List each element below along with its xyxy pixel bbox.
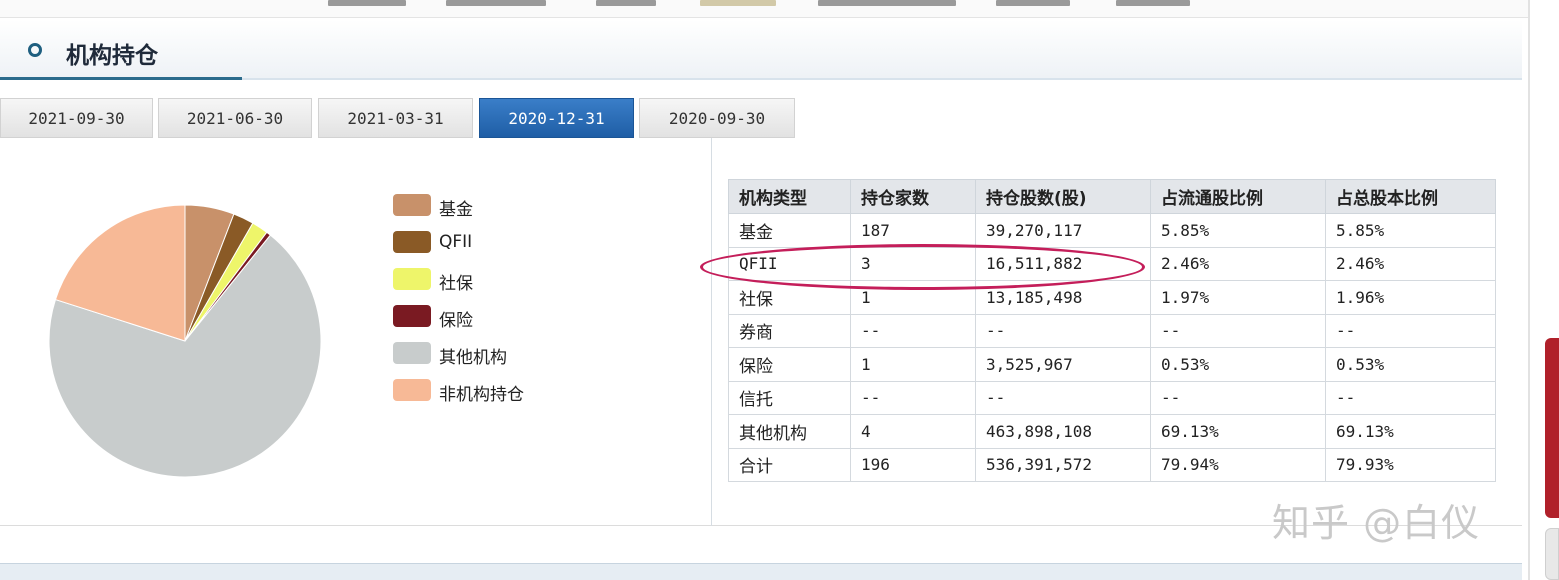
legend-item-insurance: 保险	[393, 304, 553, 331]
table-cell: 5.85%	[1325, 213, 1496, 248]
nav-link[interactable]	[596, 0, 656, 6]
table-cell: 0.53%	[1325, 347, 1496, 382]
table-cell: 5.85%	[1150, 213, 1326, 248]
table-cell: --	[975, 313, 1151, 348]
table-cell: 536,391,572	[975, 447, 1151, 482]
legend-label: 其他机构	[439, 348, 507, 368]
side-floating-tab[interactable]	[1545, 528, 1559, 580]
top-nav-strip	[0, 0, 1530, 18]
table-cell: 2.46%	[1150, 246, 1326, 281]
column-header: 占总股本比例	[1325, 179, 1496, 214]
table-header-row: 机构类型 持仓家数 持仓股数(股) 占流通股比例 占总股本比例	[728, 179, 1496, 214]
table-cell: 基金	[728, 213, 851, 248]
table-row: 其他机构 4 463,898,108 69.13% 69.13%	[728, 414, 1496, 449]
legend-item-non-institutional: 非机构持仓	[393, 378, 553, 405]
legend-label: 社保	[439, 274, 473, 294]
table-cell: 187	[850, 213, 976, 248]
table-row: 基金 187 39,270,117 5.85% 5.85%	[728, 213, 1496, 248]
table-cell: --	[1150, 313, 1326, 348]
legend-swatch	[393, 194, 431, 216]
legend-item-qfii: QFII	[393, 230, 553, 254]
table-cell: --	[1150, 380, 1326, 415]
tab-2020-09-30[interactable]: 2020-09-30	[639, 98, 795, 138]
legend-item-fund: 基金	[393, 193, 553, 220]
tab-2021-09-30[interactable]: 2021-09-30	[0, 98, 153, 138]
table-cell: 0.53%	[1150, 347, 1326, 382]
table-cell: 1.97%	[1150, 280, 1326, 315]
table-row: 合计 196 536,391,572 79.94% 79.93%	[728, 447, 1496, 482]
holdings-table: 机构类型 持仓家数 持仓股数(股) 占流通股比例 占总股本比例 基金 187 3…	[728, 179, 1496, 482]
holdings-pie-chart	[48, 204, 322, 478]
tab-2021-03-31[interactable]: 2021-03-31	[318, 98, 473, 138]
legend-swatch	[393, 379, 431, 401]
legend-label: QFII	[439, 232, 473, 252]
table-row: 保险 1 3,525,967 0.53% 0.53%	[728, 347, 1496, 382]
right-edge-rule	[1528, 0, 1530, 580]
table-cell: 券商	[728, 313, 851, 348]
table-cell: 其他机构	[728, 414, 851, 449]
table-cell: --	[1325, 380, 1496, 415]
circle-bullet-icon	[28, 43, 42, 57]
table-cell: 79.94%	[1150, 447, 1326, 482]
watermark: 知乎 @白仪	[1272, 501, 1481, 545]
nav-link[interactable]	[446, 0, 546, 6]
table-cell: 69.13%	[1150, 414, 1326, 449]
table-cell: 4	[850, 414, 976, 449]
legend-swatch	[393, 305, 431, 327]
table-cell: 39,270,117	[975, 213, 1151, 248]
table-cell: 保险	[728, 347, 851, 382]
table-cell: --	[975, 380, 1151, 415]
table-cell: --	[1325, 313, 1496, 348]
section-header: 机构持仓	[0, 20, 1522, 80]
legend-label: 基金	[439, 200, 473, 220]
table-cell: --	[850, 380, 976, 415]
table-cell: 69.13%	[1325, 414, 1496, 449]
legend-item-other-institutions: 其他机构	[393, 341, 553, 368]
nav-link[interactable]	[996, 0, 1070, 6]
table-cell: 1	[850, 347, 976, 382]
table-cell: 1.96%	[1325, 280, 1496, 315]
tab-2020-12-31[interactable]: 2020-12-31	[479, 98, 634, 138]
table-row: 券商 -- -- -- --	[728, 313, 1496, 348]
table-cell: 463,898,108	[975, 414, 1151, 449]
legend-swatch	[393, 268, 431, 290]
column-header: 机构类型	[728, 179, 851, 214]
page: 机构持仓 2021-09-30 2021-06-30 2021-03-31 20…	[0, 0, 1559, 580]
table-cell: 信托	[728, 380, 851, 415]
panel-divider	[711, 138, 712, 526]
next-section-bar	[0, 563, 1522, 580]
nav-link[interactable]	[328, 0, 406, 6]
side-floating-tab[interactable]	[1545, 338, 1559, 518]
table-cell: 79.93%	[1325, 447, 1496, 482]
nav-link[interactable]	[700, 0, 776, 6]
legend-swatch	[393, 231, 431, 253]
legend-label: 非机构持仓	[439, 385, 524, 405]
tab-2021-06-30[interactable]: 2021-06-30	[158, 98, 312, 138]
table-cell: 196	[850, 447, 976, 482]
legend-item-social-security: 社保	[393, 267, 553, 294]
nav-link[interactable]	[1116, 0, 1190, 6]
table-cell: 3,525,967	[975, 347, 1151, 382]
legend-swatch	[393, 342, 431, 364]
nav-link[interactable]	[818, 0, 956, 6]
legend-label: 保险	[439, 311, 473, 331]
section-title: 机构持仓	[66, 43, 158, 69]
column-header: 占流通股比例	[1150, 179, 1326, 214]
column-header: 持仓家数	[850, 179, 976, 214]
qfii-highlight-ellipse	[700, 244, 1145, 290]
column-header: 持仓股数(股)	[975, 179, 1151, 214]
table-row: 信托 -- -- -- --	[728, 380, 1496, 415]
table-cell: 合计	[728, 447, 851, 482]
section-header-accent	[0, 77, 242, 80]
table-cell: --	[850, 313, 976, 348]
table-cell: 2.46%	[1325, 246, 1496, 281]
